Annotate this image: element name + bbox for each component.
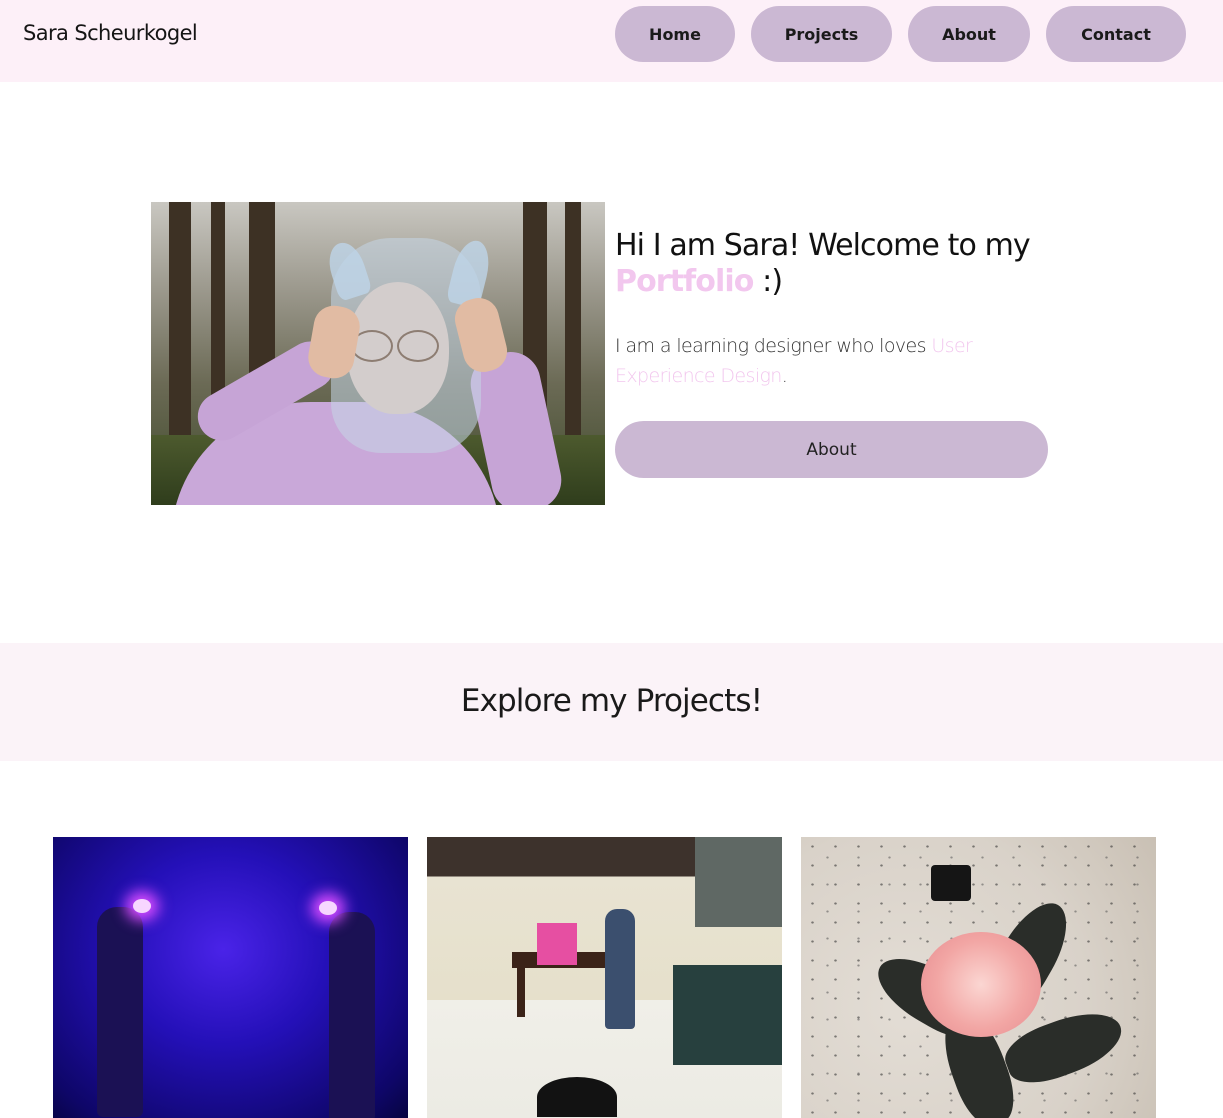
navbar: Sara Scheurkogel Home Projects About Con… [0,0,1223,82]
nav-about-button[interactable]: About [908,6,1030,62]
hero-intro-text: I am a learning designer who loves User … [615,331,1025,391]
hero-title-suffix: :) [753,264,783,299]
hero-about-button[interactable]: About [615,421,1048,478]
hero-title-prefix: Hi I am Sara! Welcome to my [615,228,1031,263]
hero-text-suffix: . [781,365,788,387]
hero-title: Hi I am Sara! Welcome to my Portfolio :) [615,228,1055,300]
projects-heading: Explore my Projects! [460,683,763,719]
hero-title-accent: Portfolio [615,264,754,299]
hero-text-prefix: I am a learning designer who loves [615,335,932,357]
nav-projects-button[interactable]: Projects [751,6,892,62]
nav-home-button[interactable]: Home [615,6,735,62]
site-brand[interactable]: Sara Scheurkogel [23,21,198,45]
project-card-3d-room[interactable] [427,837,782,1118]
nav-contact-button[interactable]: Contact [1046,6,1186,62]
project-card-lotus-object[interactable] [801,837,1156,1118]
project-card-neon-headpieces[interactable] [53,837,408,1118]
hero-portrait-image [151,202,605,505]
